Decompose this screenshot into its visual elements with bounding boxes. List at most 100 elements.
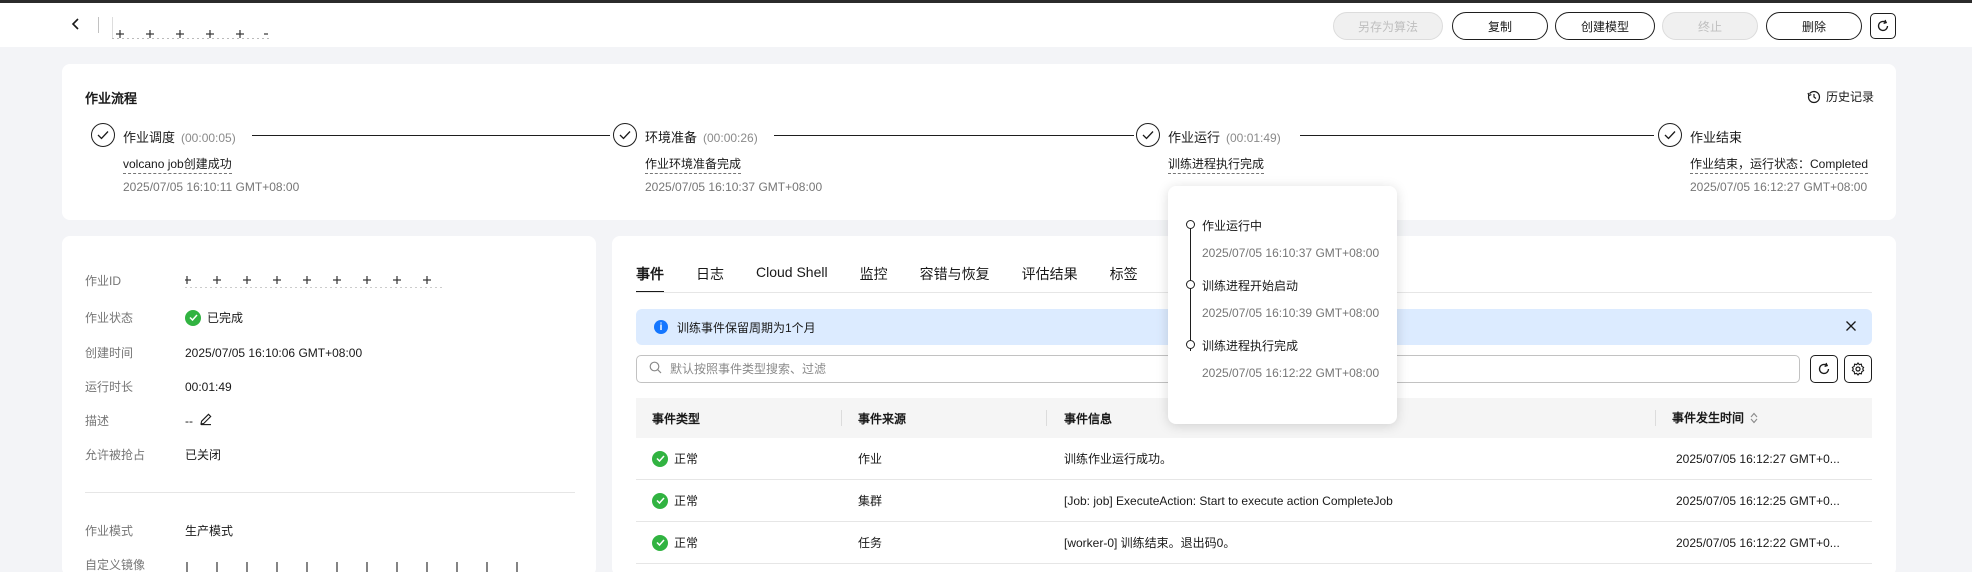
search-icon: [649, 361, 662, 377]
success-icon: [652, 492, 668, 509]
refresh-icon: [1877, 19, 1889, 32]
timeline-item: 作业运行中 2025/07/05 16:10:37 GMT+08:00: [1202, 217, 1379, 260]
stage-time: 2025/07/05 16:10:37 GMT+08:00: [645, 180, 823, 194]
info-row-preemptible: 允许被抢占 已关闭: [85, 446, 221, 463]
stage-time: 2025/07/05 16:10:11 GMT+08:00: [123, 180, 300, 194]
flow-title: 作业流程: [85, 91, 138, 106]
event-type: 正常: [674, 536, 699, 550]
stage-message[interactable]: 作业环境准备完成: [645, 155, 742, 174]
event-source: 集群: [858, 494, 883, 508]
save-as-algorithm-button[interactable]: 另存为算法: [1333, 12, 1443, 40]
stage-message[interactable]: 作业结束，运行状态：Completed: [1690, 155, 1869, 174]
close-icon[interactable]: [1844, 319, 1858, 336]
sort-icon[interactable]: [1750, 412, 1758, 427]
check-icon: [91, 123, 115, 147]
col-time[interactable]: 事件发生时间: [1672, 409, 1758, 426]
stage-name: 环境准备: [645, 130, 698, 145]
timeline-time: 2025/07/05 16:10:37 GMT+08:00: [1202, 246, 1380, 260]
stage-connector: [1300, 135, 1654, 136]
job-id-masked: [185, 272, 445, 289]
edit-icon[interactable]: [199, 412, 213, 429]
header-divider: [98, 17, 99, 33]
delete-button[interactable]: 删除: [1766, 12, 1862, 40]
event-info: [Job: job] ExecuteAction: Start to execu…: [1064, 493, 1393, 508]
page-header: 另存为算法 复制 创建模型 终止 删除: [0, 3, 1972, 47]
section-divider: [85, 492, 575, 493]
table-row: 正常 集群 [Job: job] ExecuteAction: Start to…: [636, 480, 1872, 522]
status-value: 已完成: [207, 311, 244, 325]
stage-message[interactable]: 训练进程执行完成: [1168, 155, 1265, 174]
info-row-description: 描述 --: [85, 412, 213, 429]
event-time: 2025/07/05 16:12:22 GMT+0...: [1676, 535, 1840, 550]
stage-time: 2025/07/05 16:12:27 GMT+08:00: [1690, 180, 1868, 194]
stage-duration: (00:00:05): [181, 131, 236, 145]
tab-monitoring[interactable]: 监控: [860, 264, 888, 293]
tab-evaluation[interactable]: 评估结果: [1022, 264, 1078, 293]
success-icon: [185, 309, 201, 326]
table-row: 正常 任务 [worker-0] 训练结束。退出码0。 2025/07/05 1…: [636, 522, 1872, 564]
check-icon: [1658, 123, 1682, 147]
stage-detail-popover: 作业运行中 2025/07/05 16:10:37 GMT+08:00 训练进程…: [1168, 186, 1397, 424]
refresh-button[interactable]: [1870, 13, 1896, 39]
event-info: [worker-0] 训练结束。退出码0。: [1064, 536, 1236, 550]
history-icon: [1807, 90, 1821, 103]
col-separator: [1655, 410, 1656, 426]
success-icon: [652, 534, 668, 551]
stage-name: 作业运行: [1168, 130, 1221, 145]
check-icon: [613, 123, 637, 147]
event-type: 正常: [674, 452, 699, 466]
back-icon[interactable]: [66, 14, 86, 34]
success-icon: [652, 450, 668, 467]
refresh-events-button[interactable]: [1810, 355, 1838, 383]
timeline-dot: [1186, 340, 1195, 349]
stop-button[interactable]: 终止: [1662, 12, 1758, 40]
settings-button[interactable]: [1844, 355, 1872, 383]
stage-name: 作业调度: [123, 130, 176, 145]
tab-tags[interactable]: 标签: [1110, 264, 1138, 293]
tab-logs[interactable]: 日志: [696, 264, 724, 293]
preemptible-label: 允许被抢占: [85, 448, 146, 462]
col-separator: [841, 410, 842, 426]
duration-value: 00:01:49: [185, 379, 232, 394]
job-id-label: 作业ID: [85, 274, 122, 288]
event-time: 2025/07/05 16:12:25 GMT+0...: [1676, 493, 1840, 508]
tab-events[interactable]: 事件: [636, 264, 664, 293]
info-row-duration: 运行时长 00:01:49: [85, 378, 232, 395]
info-row-created: 创建时间 2025/07/05 16:10:06 GMT+08:00: [85, 344, 362, 361]
gear-icon: [1851, 362, 1865, 376]
col-info: 事件信息: [1064, 411, 1113, 426]
timeline-dot: [1186, 220, 1195, 229]
copy-button[interactable]: 复制: [1452, 12, 1548, 40]
create-model-button[interactable]: 创建模型: [1555, 12, 1655, 40]
status-label: 作业状态: [85, 311, 134, 325]
stage-message[interactable]: volcano job创建成功: [123, 155, 232, 174]
history-link[interactable]: 历史记录: [1807, 88, 1874, 105]
col-separator: [1046, 410, 1047, 426]
refresh-icon: [1818, 362, 1830, 375]
tab-cloud-shell[interactable]: Cloud Shell: [756, 264, 828, 293]
event-time: 2025/07/05 16:12:27 GMT+0...: [1676, 451, 1840, 466]
mode-label: 作业模式: [85, 524, 134, 538]
col-time-label: 事件发生时间: [1672, 411, 1745, 426]
job-info-card: 作业ID 作业状态 已完成 创建时间 2025/07/05 16:10:06 G…: [62, 236, 596, 572]
info-row-job-id: 作业ID: [85, 272, 445, 289]
description-label: 描述: [85, 414, 110, 428]
check-icon: [1136, 123, 1160, 147]
image-value-masked: [185, 556, 525, 572]
image-label: 自定义镜像: [85, 558, 146, 572]
timeline-title: 训练进程开始启动: [1202, 279, 1299, 293]
timeline-title: 训练进程执行完成: [1202, 339, 1299, 353]
timeline-time: 2025/07/05 16:12:22 GMT+08:00: [1202, 366, 1380, 380]
stage-connector: [774, 135, 1134, 136]
tab-fault-tolerance[interactable]: 容错与恢复: [920, 264, 990, 293]
duration-label: 运行时长: [85, 380, 134, 394]
job-flow-card: 作业流程 历史记录 作业调度 (00:00:05) volcano job创建成功…: [62, 64, 1896, 220]
info-row-image: 自定义镜像: [85, 556, 525, 572]
timeline-title: 作业运行中: [1202, 219, 1263, 233]
info-row-status: 作业状态 已完成: [85, 309, 243, 326]
preemptible-value: 已关闭: [185, 448, 222, 462]
created-label: 创建时间: [85, 346, 134, 360]
history-label: 历史记录: [1825, 90, 1874, 104]
tab-bar: 事件 日志 Cloud Shell 监控 容错与恢复 评估结果 标签: [636, 264, 1170, 293]
job-name-masked: [112, 17, 272, 39]
